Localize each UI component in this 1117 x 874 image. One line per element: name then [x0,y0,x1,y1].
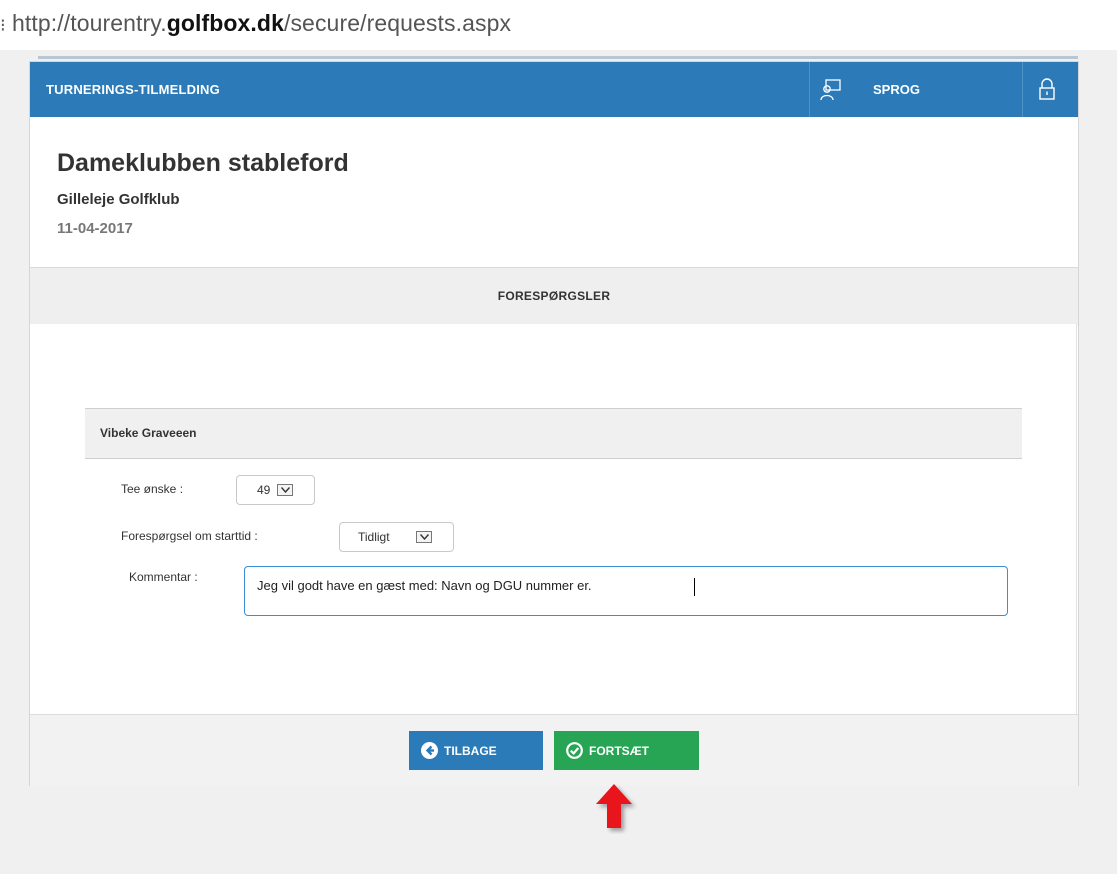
url-text[interactable]: http://tourentry.golfbox.dk/secure/reque… [12,10,511,37]
club-name: Gilleleje Golfklub [57,191,180,208]
back-button-label: TILBAGE [444,743,497,758]
check-circle-icon [566,742,583,759]
app-title: TURNERINGS-TILMELDING [46,82,220,97]
start-time-value: Tidligt [358,530,390,544]
player-header: Vibeke Graveeen [85,408,1022,459]
language-button[interactable]: SPROG [873,62,920,117]
url-prefix: http://tourentry. [12,10,167,36]
url-domain: golfbox.dk [166,10,284,36]
lock-icon[interactable] [1038,78,1056,100]
address-bar-divider [38,56,1078,59]
tee-value: 49 [257,483,271,497]
start-time-select[interactable]: Tidligt [339,522,454,552]
annotation-arrow-icon [596,784,632,828]
comment-label: Kommentar : [129,570,198,584]
entry-card: TURNERINGS-TILMELDING SPROG Dameklubben … [29,61,1079,786]
text-caret [694,578,695,596]
language-icon[interactable] [820,79,842,101]
tee-select[interactable]: 49 [236,475,315,505]
action-bar: TILBAGE FORTSÆT [30,714,1078,786]
start-time-label: Forespørgsel om starttid : [121,529,258,543]
continue-button-label: FORTSÆT [589,743,649,758]
topbar-divider [1022,62,1023,117]
browser-address-bar[interactable]: ⁝ http://tourentry.golfbox.dk/secure/req… [0,0,1117,59]
arrow-left-circle-icon [421,742,438,759]
requests-panel: Vibeke Graveeen Tee ønske : 49 Forespørg… [30,324,1077,714]
url-path: /secure/requests.aspx [283,10,512,36]
top-navigation-bar: TURNERINGS-TILMELDING SPROG [30,62,1078,117]
tournament-header: Dameklubben stableford Gilleleje Golfklu… [30,117,1078,267]
chevron-down-icon[interactable] [277,484,293,496]
comment-field[interactable]: Jeg vil godt have en gæst med: Navn og D… [244,566,1008,616]
page-icon: ⁝ [0,15,6,35]
section-title: FORESPØRGSLER [497,289,611,303]
section-header: FORESPØRGSLER [30,267,1078,325]
topbar-divider [809,62,810,117]
chevron-down-icon[interactable] [416,531,432,543]
continue-button[interactable]: FORTSÆT [554,731,699,770]
tournament-name: Dameklubben stableford [57,149,349,177]
back-button[interactable]: TILBAGE [409,731,543,770]
tee-label: Tee ønske : [121,482,184,496]
tournament-date: 11-04-2017 [57,220,133,237]
player-name: Vibeke Graveeen [100,426,197,440]
